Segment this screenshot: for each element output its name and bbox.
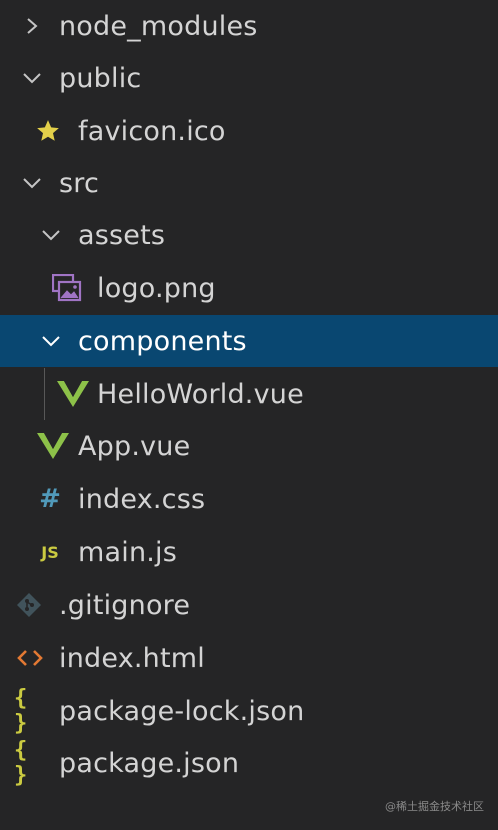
hash-icon: # — [39, 484, 61, 514]
tree-item-favicon[interactable]: favicon.ico — [0, 105, 498, 157]
tree-item-label: package.json — [59, 747, 240, 779]
chevron-down-icon[interactable] — [38, 222, 64, 248]
tree-item-assets[interactable]: assets — [0, 209, 498, 261]
tree-item-label: components — [78, 325, 247, 357]
code-brackets-icon — [16, 644, 44, 672]
watermark: @稀土掘金技术社区 — [385, 800, 484, 813]
tree-item-package-lock-json[interactable]: { } package-lock.json — [0, 685, 498, 737]
tree-item-label: public — [59, 62, 142, 94]
tree-item-main-js[interactable]: JS main.js — [0, 526, 498, 578]
tree-item-label: logo.png — [97, 272, 216, 304]
git-icon — [15, 591, 43, 619]
tree-item-public[interactable]: public — [0, 52, 498, 104]
tree-item-label: package-lock.json — [59, 695, 305, 727]
curly-braces-icon: { } — [14, 738, 28, 788]
tree-item-label: favicon.ico — [78, 115, 226, 147]
chevron-right-icon[interactable] — [19, 13, 45, 39]
image-icon — [52, 273, 82, 303]
tree-item-node-modules[interactable]: node_modules — [0, 0, 498, 52]
tree-item-label: src — [59, 167, 100, 199]
file-explorer: node_modules public favicon.ico src asse… — [0, 0, 498, 830]
chevron-down-icon[interactable] — [19, 65, 45, 91]
tree-item-index-html[interactable]: index.html — [0, 632, 498, 684]
tree-item-label: HelloWorld.vue — [97, 378, 304, 410]
tree-item-app-vue[interactable]: App.vue — [0, 420, 498, 472]
tree-item-label: assets — [78, 219, 166, 251]
tree-item-label: index.css — [78, 483, 206, 515]
curly-braces-icon: { } — [14, 686, 28, 736]
tree-item-label: index.html — [59, 642, 205, 674]
tree-item-src[interactable]: src — [0, 157, 498, 209]
chevron-down-icon[interactable] — [38, 328, 64, 354]
tree-item-index-css[interactable]: # index.css — [0, 473, 498, 525]
tree-item-label: .gitignore — [59, 589, 191, 621]
tree-item-components[interactable]: components — [0, 315, 498, 367]
tree-item-label: main.js — [78, 536, 178, 568]
tree-item-helloworld[interactable]: HelloWorld.vue — [0, 368, 498, 420]
vue-icon — [57, 380, 89, 408]
star-icon — [34, 117, 62, 145]
tree-item-label: node_modules — [59, 10, 258, 42]
tree-item-gitignore[interactable]: .gitignore — [0, 579, 498, 631]
tree-item-logo[interactable]: logo.png — [0, 262, 498, 314]
vue-icon — [37, 432, 69, 460]
js-icon: JS — [41, 542, 59, 562]
chevron-down-icon[interactable] — [19, 170, 45, 196]
tree-item-label: App.vue — [78, 430, 191, 462]
tree-item-package-json[interactable]: { } package.json — [0, 737, 498, 789]
